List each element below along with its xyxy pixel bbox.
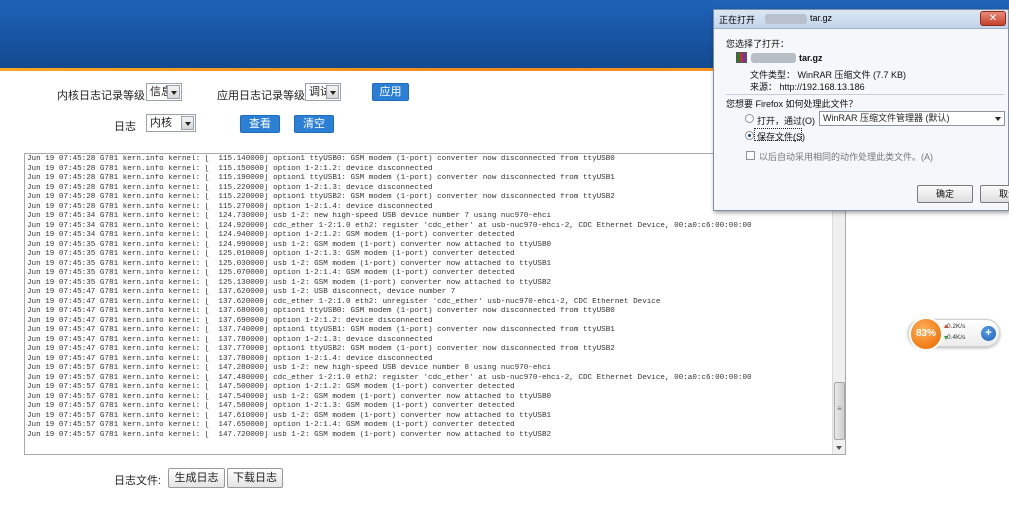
memory-percent-badge: 83% (909, 317, 943, 351)
plus-icon[interactable]: + (981, 326, 996, 341)
log-line: Jun 19 07:45:57 G781 kern.info kernel: [… (27, 392, 552, 401)
dialog-titlebar[interactable]: 正在打开 tar.gz ✕ (714, 10, 1008, 29)
log-file-label: 日志文件: (114, 475, 162, 487)
file-source-text: 来源： http://192.168.13.186 (750, 82, 865, 92)
dialog-divider (726, 94, 1004, 95)
download-rate: 0.4K/s (947, 334, 966, 341)
chevron-down-icon (326, 85, 339, 99)
apply-button[interactable]: 应用 (372, 83, 409, 101)
chevron-down-icon (167, 85, 180, 99)
open-with-label: 打开，通过(O) (757, 116, 815, 126)
save-file-radio[interactable] (745, 131, 754, 140)
file-name-suffix: tar.gz (799, 53, 823, 63)
log-line: Jun 19 07:45:35 G781 kern.info kernel: [… (27, 240, 552, 249)
log-line: Jun 19 07:45:47 G781 kern.info kernel: [… (27, 288, 456, 296)
view-button[interactable]: 查看 (240, 115, 280, 133)
handle-question-text: 您想要 Firefox 如何处理此文件？ (726, 99, 858, 109)
log-line: Jun 19 07:45:47 G781 kern.info kernel: [… (27, 335, 433, 344)
upload-rate: 0.2K/s (947, 323, 966, 330)
log-label: 日志 (114, 121, 136, 133)
log-line: Jun 19 07:45:47 G781 kern.info kernel: [… (27, 326, 615, 334)
remember-checkbox[interactable] (746, 151, 755, 160)
app-level-select[interactable]: 调试 (305, 83, 341, 101)
open-with-radio[interactable] (745, 114, 754, 123)
kernel-level-label: 内核日志记录等级 (57, 90, 145, 102)
open-with-app-select[interactable]: WinRAR 压缩文件管理器 (默认) (819, 111, 1005, 126)
log-line: Jun 19 07:45:57 G781 kern.info kernel: [… (27, 373, 752, 382)
app-level-label: 应用日志记录等级 (217, 90, 305, 102)
log-line: Jun 19 07:45:57 G781 kern.info kernel: [… (27, 411, 552, 420)
redacted-filename (765, 14, 807, 24)
log-line: Jun 19 07:45:57 G781 kern.info kernel: [… (27, 421, 515, 429)
you-chose-text: 您选择了打开： (726, 39, 790, 49)
download-dialog: 正在打开 tar.gz ✕ 您选择了打开： tar.gz 文件类型： WinRA… (713, 9, 1009, 211)
log-type-value: 内核 (150, 117, 172, 129)
remember-label: 以后自动采用相同的动作处理此类文件。(A) (759, 152, 933, 162)
scroll-down-icon[interactable] (833, 442, 845, 454)
redacted-filename (751, 53, 796, 63)
log-line: Jun 19 07:45:35 G781 kern.info kernel: [… (27, 278, 552, 287)
kernel-level-select[interactable]: 信息 (146, 83, 182, 101)
chevron-down-icon (995, 117, 1001, 121)
log-line: Jun 19 07:45:35 G781 kern.info kernel: [… (27, 250, 515, 258)
log-line: Jun 19 07:45:47 G781 kern.info kernel: [… (27, 354, 433, 363)
log-line: Jun 19 07:45:35 G781 kern.info kernel: [… (27, 269, 515, 277)
log-line: Jun 19 07:45:34 G781 kern.info kernel: [… (27, 221, 752, 230)
download-log-button[interactable]: 下载日志 (227, 468, 283, 488)
log-line: Jun 19 07:45:57 G781 kern.info kernel: [… (27, 430, 552, 439)
dialog-title-prefix: 正在打开 (719, 15, 756, 25)
save-file-label[interactable]: 保存文件(S) (757, 130, 805, 143)
network-speed-widget[interactable]: 83% 0.2K/s 0.4K/s + (908, 317, 1000, 351)
chevron-down-icon (181, 116, 194, 130)
log-line: Jun 19 07:45:47 G781 kern.info kernel: [… (27, 307, 615, 315)
close-button[interactable]: ✕ (980, 11, 1006, 26)
log-line: Jun 19 07:45:34 G781 kern.info kernel: [… (27, 212, 552, 220)
clear-button[interactable]: 清空 (294, 115, 334, 133)
log-line: Jun 19 07:45:34 G781 kern.info kernel: [… (27, 231, 515, 239)
generate-log-button[interactable]: 生成日志 (168, 468, 225, 488)
log-type-select[interactable]: 内核 (146, 114, 196, 132)
cancel-button[interactable]: 取消 (980, 185, 1009, 203)
open-with-app-value: WinRAR 压缩文件管理器 (默认) (823, 113, 950, 123)
log-line: Jun 19 07:45:35 G781 kern.info kernel: [… (27, 259, 552, 268)
log-line: Jun 19 07:45:47 G781 kern.info kernel: [… (27, 316, 433, 325)
scroll-thumb[interactable] (834, 382, 845, 440)
log-line: Jun 19 07:45:47 G781 kern.info kernel: [… (27, 297, 661, 306)
ok-button[interactable]: 确定 (917, 185, 973, 203)
log-line: Jun 19 07:45:57 G781 kern.info kernel: [… (27, 383, 515, 391)
log-line: Jun 19 07:45:57 G781 kern.info kernel: [… (27, 402, 515, 410)
dialog-title-suffix: tar.gz (810, 13, 833, 23)
log-line: Jun 19 07:45:57 G781 kern.info kernel: [… (27, 364, 552, 372)
winrar-file-icon (736, 52, 747, 63)
log-line: Jun 19 07:45:47 G781 kern.info kernel: [… (27, 345, 615, 353)
